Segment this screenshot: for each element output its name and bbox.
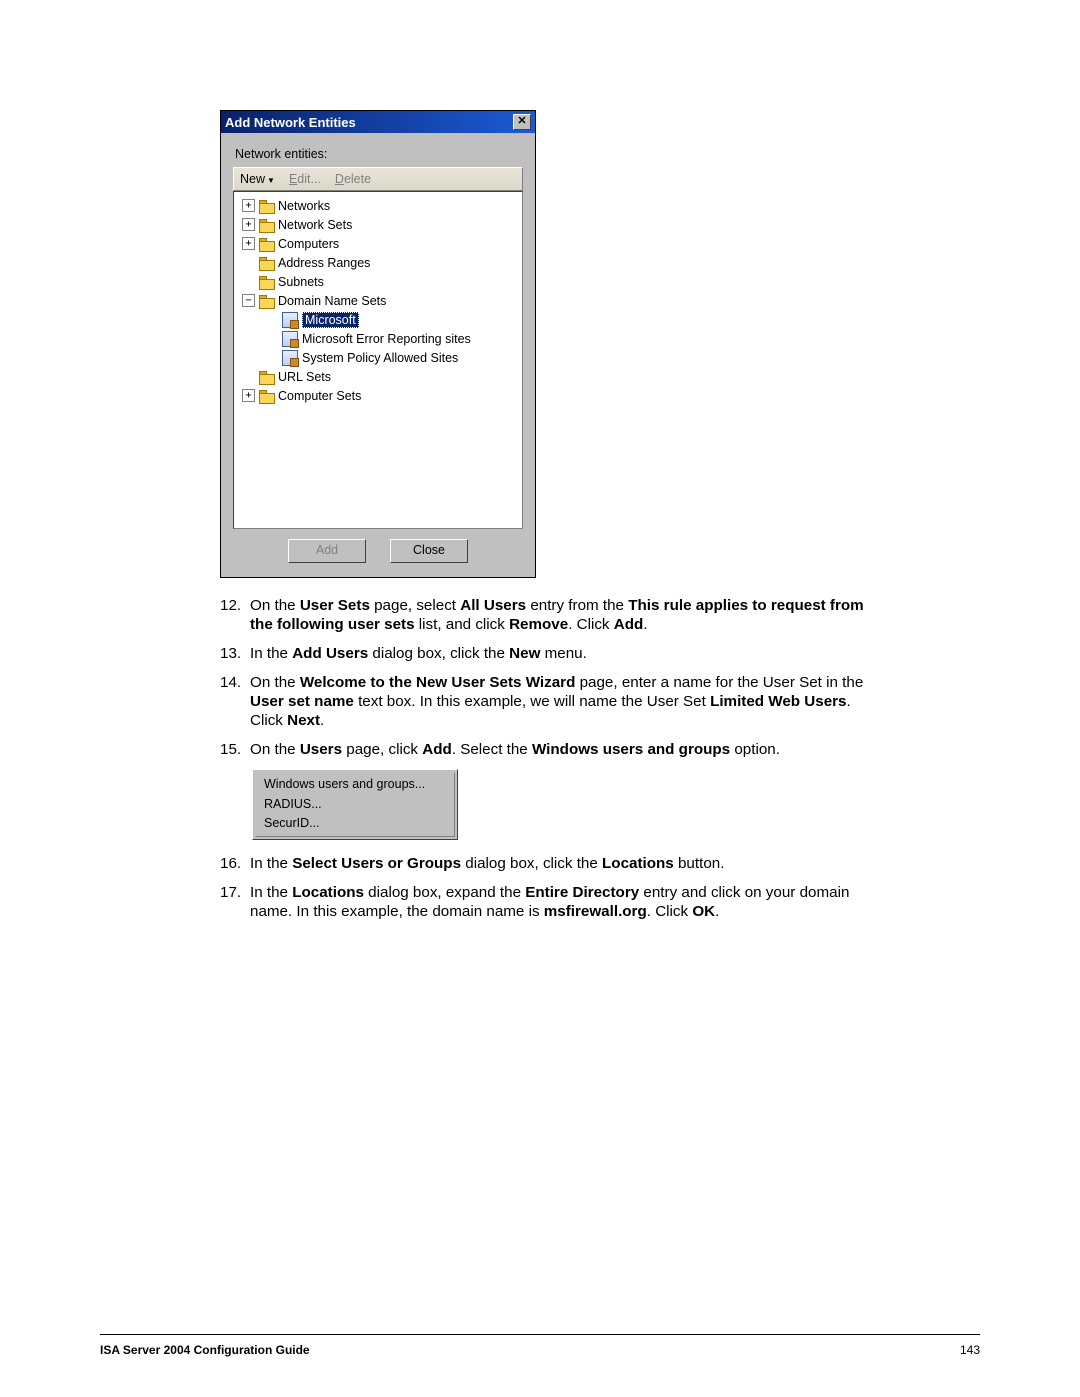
step-text: In the Locations dialog box, expand the … xyxy=(250,883,870,921)
new-menu[interactable]: New▼ xyxy=(240,172,275,186)
edit-menu[interactable]: Edit... xyxy=(289,172,321,186)
expand-icon[interactable]: + xyxy=(242,237,255,250)
tree-item-computer-sets[interactable]: +Computer Sets xyxy=(236,386,520,405)
folder-icon xyxy=(259,295,274,307)
close-icon[interactable]: ✕ xyxy=(513,114,531,130)
folder-icon xyxy=(259,257,274,269)
collapse-icon[interactable]: − xyxy=(242,294,255,307)
step-16: 16. In the Select Users or Groups dialog… xyxy=(220,854,870,873)
step-text: On the Welcome to the New User Sets Wiza… xyxy=(250,673,870,730)
step-17: 17. In the Locations dialog box, expand … xyxy=(220,883,870,921)
folder-icon xyxy=(259,371,274,383)
step-13: 13. In the Add Users dialog box, click t… xyxy=(220,644,870,663)
domain-set-icon xyxy=(282,331,298,347)
expand-icon[interactable]: + xyxy=(242,199,255,212)
folder-icon xyxy=(259,276,274,288)
tree-item-networks[interactable]: +Networks xyxy=(236,196,520,215)
tree-item-ms-error[interactable]: Microsoft Error Reporting sites xyxy=(236,329,520,348)
network-entities-label: Network entities: xyxy=(235,147,523,161)
page-footer: ISA Server 2004 Configuration Guide 143 xyxy=(100,1343,980,1357)
folder-icon xyxy=(259,219,274,231)
close-button[interactable]: Close xyxy=(390,539,468,563)
tree-item-domain-name-sets[interactable]: −Domain Name Sets xyxy=(236,291,520,310)
domain-set-icon xyxy=(282,312,298,328)
page-number: 143 xyxy=(960,1343,980,1357)
tree-item-address-ranges[interactable]: Address Ranges xyxy=(236,253,520,272)
tree-item-network-sets[interactable]: +Network Sets xyxy=(236,215,520,234)
footer-title: ISA Server 2004 Configuration Guide xyxy=(100,1343,310,1357)
domain-set-icon xyxy=(282,350,298,366)
step-text: On the User Sets page, select All Users … xyxy=(250,596,870,634)
menu-item-windows-users[interactable]: Windows users and groups... xyxy=(256,775,454,795)
tree-item-microsoft[interactable]: Microsoft xyxy=(236,310,520,329)
expand-icon[interactable]: + xyxy=(242,389,255,402)
add-button[interactable]: Add xyxy=(288,539,366,563)
tree-item-sys-policy[interactable]: System Policy Allowed Sites xyxy=(236,348,520,367)
footer-rule xyxy=(100,1334,980,1335)
add-network-entities-dialog: Add Network Entities ✕ Network entities:… xyxy=(220,110,536,578)
menu-item-radius[interactable]: RADIUS... xyxy=(256,795,454,815)
tree-item-computers[interactable]: +Computers xyxy=(236,234,520,253)
folder-icon xyxy=(259,238,274,250)
folder-icon xyxy=(259,390,274,402)
menu-item-securid[interactable]: SecurID... xyxy=(256,814,454,834)
network-entities-tree[interactable]: +Networks +Network Sets +Computers Addre… xyxy=(233,191,523,529)
delete-menu[interactable]: Delete xyxy=(335,172,371,186)
expand-icon[interactable]: + xyxy=(242,218,255,231)
dialog-title: Add Network Entities xyxy=(225,115,356,130)
dialog-toolbar: New▼ Edit... Delete xyxy=(233,167,523,191)
step-15: 15. On the Users page, click Add. Select… xyxy=(220,740,870,759)
step-text: In the Select Users or Groups dialog box… xyxy=(250,854,870,873)
tree-item-subnets[interactable]: Subnets xyxy=(236,272,520,291)
chevron-down-icon: ▼ xyxy=(267,176,275,185)
dialog-titlebar[interactable]: Add Network Entities ✕ xyxy=(221,111,535,133)
step-text: In the Add Users dialog box, click the N… xyxy=(250,644,870,663)
step-12: 12. On the User Sets page, select All Us… xyxy=(220,596,870,634)
step-14: 14. On the Welcome to the New User Sets … xyxy=(220,673,870,730)
tree-item-url-sets[interactable]: URL Sets xyxy=(236,367,520,386)
add-users-popup-menu: Windows users and groups... RADIUS... Se… xyxy=(252,769,458,840)
step-text: On the Users page, click Add. Select the… xyxy=(250,740,870,759)
instruction-list: 12. On the User Sets page, select All Us… xyxy=(220,596,870,921)
folder-icon xyxy=(259,200,274,212)
